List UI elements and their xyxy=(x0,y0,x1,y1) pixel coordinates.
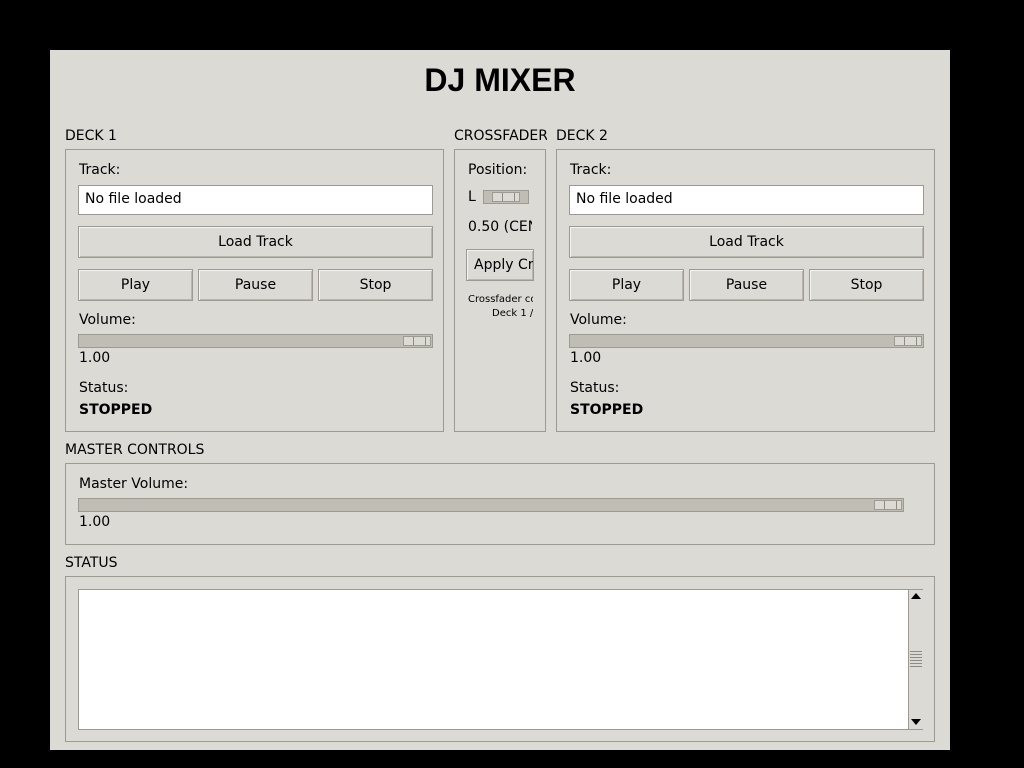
deck2-pause-button[interactable]: Pause xyxy=(689,269,804,301)
deck1-status-label: Status: xyxy=(79,380,129,396)
deck2-volume-value: 1.00 xyxy=(570,350,602,366)
deck1-pause-button[interactable]: Pause xyxy=(198,269,313,301)
master-controls-frame: Master Volume: 1.00 xyxy=(65,463,935,545)
master-volume-slider-thumb[interactable] xyxy=(874,500,902,510)
page-title: DJ MIXER xyxy=(424,62,576,98)
status-frame xyxy=(65,576,935,742)
deck2-volume-label: Volume: xyxy=(570,312,627,328)
deck2-track-label: Track: xyxy=(570,162,612,178)
deck1-play-button[interactable]: Play xyxy=(78,269,193,301)
crossfader-info-line2: Deck 1 / Deck 2 mix xyxy=(492,308,533,319)
deck1-stop-button[interactable]: Stop xyxy=(318,269,433,301)
deck1-track-label: Track: xyxy=(79,162,121,178)
status-log[interactable] xyxy=(78,589,923,730)
deck1-status-value: STOPPED xyxy=(79,402,153,418)
deck2-status-label: Status: xyxy=(570,380,620,396)
deck2-load-track-button[interactable]: Load Track xyxy=(569,226,924,258)
crossfader-label: CROSSFADER xyxy=(454,128,547,144)
master-volume-label: Master Volume: xyxy=(79,476,189,492)
crossfader-slider-thumb[interactable] xyxy=(492,192,520,202)
arrow-down-icon[interactable] xyxy=(909,715,923,728)
master-volume-slider[interactable] xyxy=(78,498,904,512)
deck1-volume-slider[interactable] xyxy=(78,334,433,348)
crossfader-frame: Position: L 0.50 (CENTER) Apply Crossfad… xyxy=(454,149,546,432)
deck1-label: DECK 1 xyxy=(65,128,117,144)
deck1-volume-slider-thumb[interactable] xyxy=(403,336,431,346)
deck1-volume-label: Volume: xyxy=(79,312,136,328)
deck2-label: DECK 2 xyxy=(556,128,608,144)
status-section-label: STATUS xyxy=(65,555,118,571)
deck1-volume-value: 1.00 xyxy=(79,350,111,366)
master-controls-label: MASTER CONTROLS xyxy=(65,442,205,458)
crossfader-position-value: 0.50 (CENTER) xyxy=(468,219,532,235)
deck1-load-track-button[interactable]: Load Track xyxy=(78,226,433,258)
deck2-volume-slider-thumb[interactable] xyxy=(894,336,922,346)
apply-crossfader-button[interactable]: Apply Crossfader xyxy=(466,249,534,281)
deck2-track-field[interactable]: No file loaded xyxy=(569,185,924,215)
status-scrollbar[interactable] xyxy=(908,590,923,729)
crossfader-left-marker: L xyxy=(468,189,476,205)
deck2-frame: Track: No file loaded Load Track Play Pa… xyxy=(556,149,935,432)
deck2-status-value: STOPPED xyxy=(570,402,644,418)
crossfader-slider[interactable] xyxy=(483,190,529,204)
crossfader-position-label: Position: xyxy=(468,162,528,178)
deck1-track-field[interactable]: No file loaded xyxy=(78,185,433,215)
deck2-volume-slider[interactable] xyxy=(569,334,924,348)
deck1-frame: Track: No file loaded Load Track Play Pa… xyxy=(65,149,444,432)
dj-mixer-window: DJ MIXER DECK 1 Track: No file loaded Lo… xyxy=(50,50,950,750)
deck2-play-button[interactable]: Play xyxy=(569,269,684,301)
master-volume-value: 1.00 xyxy=(79,514,111,530)
deck2-stop-button[interactable]: Stop xyxy=(809,269,924,301)
crossfader-info-line1: Crossfader controls xyxy=(468,294,533,305)
arrow-up-icon[interactable] xyxy=(909,590,923,603)
grip-icon[interactable] xyxy=(910,649,922,669)
